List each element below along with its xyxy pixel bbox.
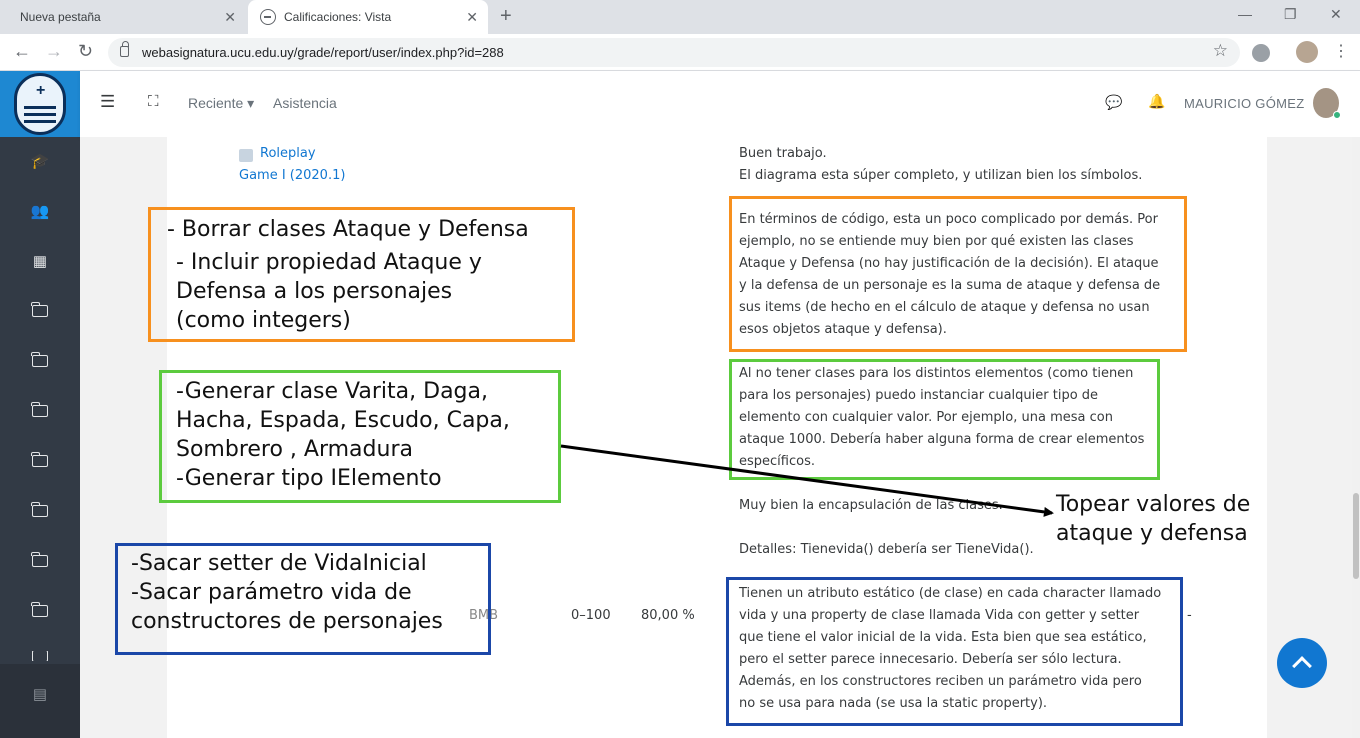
- arrow-note-line: Topear valores de: [1056, 492, 1251, 517]
- back-to-top-button[interactable]: [1277, 638, 1327, 688]
- arrow-note-line: ataque y defensa: [1056, 521, 1248, 546]
- chevron-up-icon: [1292, 656, 1312, 676]
- annotation-arrow: [560, 444, 1054, 517]
